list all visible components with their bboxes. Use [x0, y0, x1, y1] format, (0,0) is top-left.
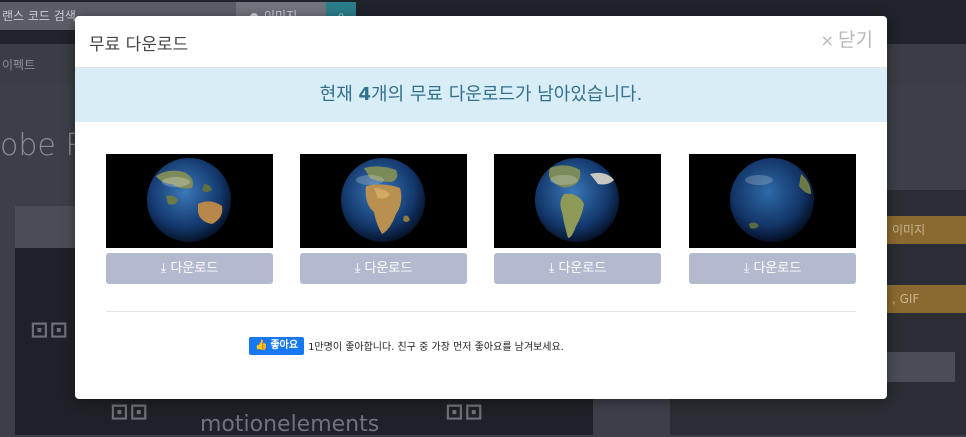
facebook-like-count-text: 1만명이 좋아합니다. 친구 중 가장 먼저 좋아요를 남겨보세요. [308, 342, 564, 353]
download-button-label: 다운로드 [558, 261, 607, 276]
globe-australia-icon [106, 154, 273, 248]
globe-pacific-icon [689, 154, 856, 248]
notice-prefix: 현재 [319, 84, 359, 105]
download-option: ⤓ 다운로드 [106, 154, 273, 284]
globe-africa-icon [300, 154, 467, 248]
download-option: ⤓ 다운로드 [689, 154, 856, 284]
download-icon: ⤓ [548, 261, 555, 276]
globe-thumbnail[interactable] [689, 154, 856, 248]
download-option: ⤓ 다운로드 [494, 154, 661, 284]
close-button-label: 닫기 [838, 29, 873, 51]
download-button[interactable]: ⤓ 다운로드 [689, 253, 856, 284]
remaining-downloads-notice: 현재 4개의 무료 다운로드가 남아있습니다. [75, 68, 887, 122]
notice-suffix: 개의 무료 다운로드가 남아있습니다. [371, 84, 643, 105]
download-option: ⤓ 다운로드 [300, 154, 467, 284]
watermark-icon: ⊡⊡ [110, 400, 149, 425]
background-sidebar-button: , GIF [886, 285, 966, 313]
download-icon: ⤓ [354, 261, 361, 276]
watermark-icon: ⊡⊡ [30, 318, 69, 343]
download-icon: ⤓ [160, 261, 167, 276]
globe-thumbnail[interactable] [494, 154, 661, 248]
download-options: ⤓ 다운로드 ⤓ 다운로드 ⤓ 다운로드 ⤓ 다운로드 [106, 154, 856, 284]
facebook-like-widget: 👍 좋아요 1만명이 좋아합니다. 친구 중 가장 먼저 좋아요를 남겨보세요. [249, 335, 564, 355]
background-nav-item: 이펙트 [2, 58, 36, 72]
free-download-modal: 무료 다운로드 × 닫기 현재 4개의 무료 다운로드가 남아있습니다. ⤓ 다… [75, 16, 887, 399]
globe-americas-icon [494, 154, 661, 248]
background-sidebar-button: 이미지 [886, 216, 966, 244]
download-button[interactable]: ⤓ 다운로드 [106, 253, 273, 284]
download-button-label: 다운로드 [364, 261, 413, 276]
download-button-label: 다운로드 [753, 261, 802, 276]
download-button[interactable]: ⤓ 다운로드 [300, 253, 467, 284]
watermark-icon: ⊡⊡ [445, 400, 484, 425]
background-brand-watermark: motionelements [200, 412, 380, 437]
download-button[interactable]: ⤓ 다운로드 [494, 253, 661, 284]
thumbs-up-icon: 👍 [255, 339, 268, 351]
divider [106, 311, 856, 312]
modal-header: 무료 다운로드 × 닫기 [75, 16, 887, 68]
globe-thumbnail[interactable] [300, 154, 467, 248]
facebook-like-label: 좋아요 [270, 339, 299, 351]
background-page-title: obe R [0, 128, 87, 163]
close-button[interactable]: × 닫기 [821, 25, 873, 52]
download-icon: ⤓ [743, 261, 750, 276]
download-button-label: 다운로드 [170, 261, 219, 276]
modal-title: 무료 다운로드 [89, 35, 189, 55]
times-icon: × [820, 31, 835, 50]
notice-count: 4 [358, 84, 372, 105]
globe-thumbnail[interactable] [106, 154, 273, 248]
facebook-like-button[interactable]: 👍 좋아요 [249, 336, 305, 355]
